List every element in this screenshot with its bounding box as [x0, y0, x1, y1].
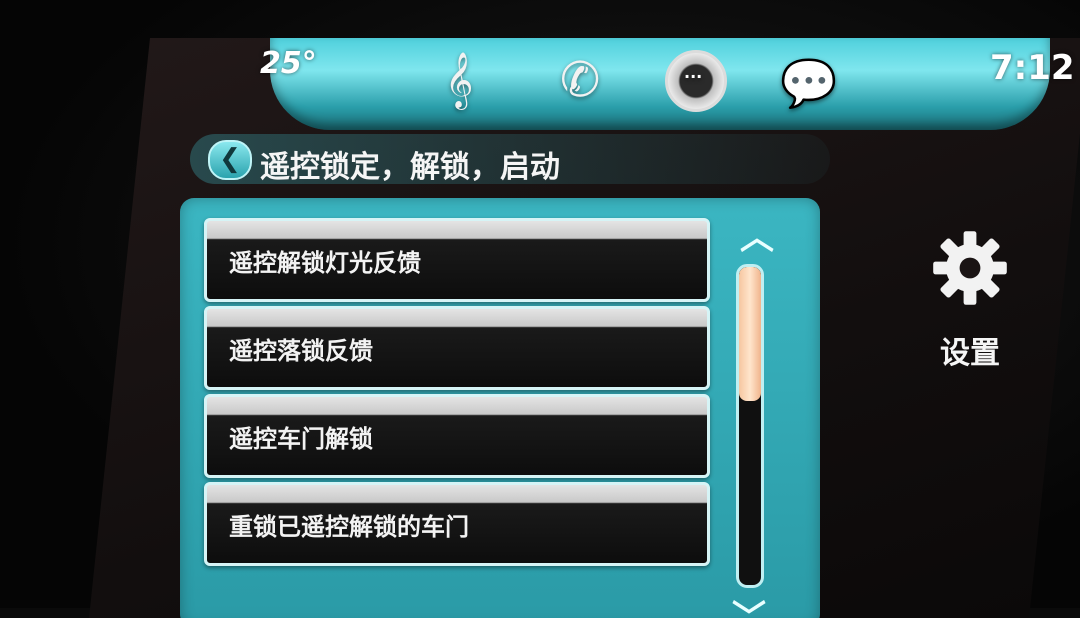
back-button[interactable]: ❮	[208, 140, 252, 180]
settings-button[interactable]: 设置	[920, 228, 1040, 388]
phone-icon[interactable]: ✆	[560, 52, 600, 108]
settings-label: 设置	[940, 336, 1000, 371]
message-bubbles-icon[interactable]: 💬	[780, 56, 837, 111]
gear-icon	[933, 231, 1007, 305]
scroll-down-button[interactable]: ﹀	[732, 590, 766, 618]
navigation-icon[interactable]	[665, 50, 727, 112]
list-item-relock-doors[interactable]: 重锁已遥控解锁的车门	[204, 482, 710, 566]
scrollbar[interactable]	[736, 264, 764, 588]
settings-list-panel: 遥控解锁灯光反馈 遥控落锁反馈 遥控车门解锁 重锁已遥控解锁的车门 ︿ ﹀	[180, 198, 820, 618]
list-item-label: 遥控落锁反馈	[229, 337, 373, 365]
page-title: 遥控锁定，解锁，启动	[260, 150, 560, 185]
list-item-unlock-light-feedback[interactable]: 遥控解锁灯光反馈	[204, 218, 710, 302]
clock: 7:12	[990, 48, 1075, 88]
list-item-label: 遥控车门解锁	[229, 425, 373, 453]
temperature-readout: 25°	[260, 46, 317, 81]
list-item-label: 遥控解锁灯光反馈	[229, 249, 421, 277]
top-icon-tray	[270, 38, 1050, 130]
list-item-lock-feedback[interactable]: 遥控落锁反馈	[204, 306, 710, 390]
status-bar: 25° 7:12 𝄞 ✆ 💬	[150, 38, 1080, 133]
scrollbar-thumb[interactable]	[739, 267, 761, 401]
list-item-door-unlock[interactable]: 遥控车门解锁	[204, 394, 710, 478]
music-note-icon[interactable]: 𝄞	[445, 52, 473, 109]
infotainment-screen: 25° 7:12 𝄞 ✆ 💬 ❮ 遥控锁定，解锁，启动 遥控解锁灯光反馈 遥控落…	[89, 38, 1080, 618]
scroll-up-button[interactable]: ︿	[740, 210, 774, 259]
list-item-label: 重锁已遥控解锁的车门	[229, 513, 469, 541]
